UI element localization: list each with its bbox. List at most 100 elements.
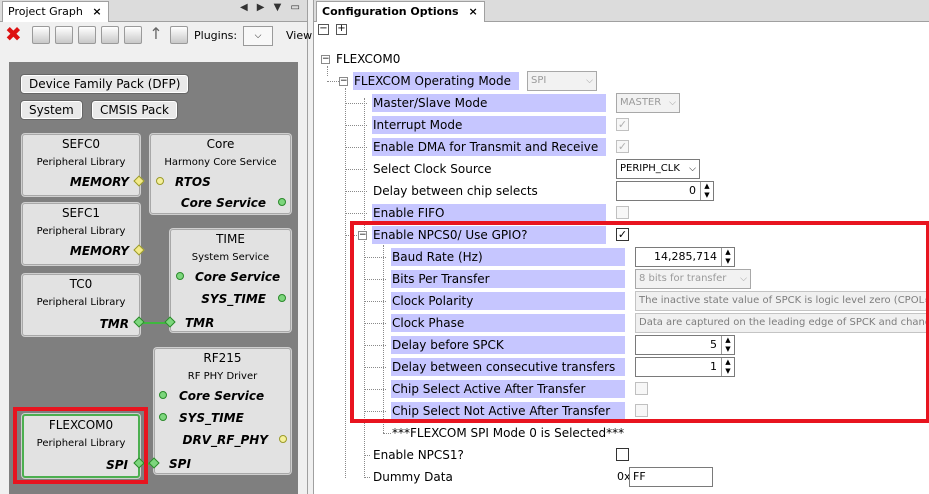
delay-chip-selects-label: Delay between chip selects bbox=[373, 184, 538, 198]
expand-all-icon[interactable]: + bbox=[336, 24, 347, 35]
tree-row-enable-dma[interactable]: Enable DMA for Transmit and Receive ✓ bbox=[314, 136, 929, 158]
add-group-icon[interactable] bbox=[55, 26, 73, 44]
tree-row-clock-source[interactable]: Select Clock Source PERIPH_CLK ⌵ bbox=[314, 158, 929, 180]
port-sys-time: SYS_TIME bbox=[201, 292, 266, 306]
node-sefc1[interactable]: SEFC1 Peripheral Library MEMORY bbox=[22, 203, 140, 265]
tab-project-graph[interactable]: Project Graph × bbox=[2, 1, 109, 22]
tree-line bbox=[345, 103, 367, 104]
clock-source-select[interactable]: PERIPH_CLK ⌵ bbox=[616, 159, 700, 179]
tree-row-delay-chip-selects[interactable]: Delay between chip selects 0 ▲ ▼ bbox=[314, 180, 929, 202]
view-label[interactable]: View bbox=[286, 29, 312, 42]
spi-mode-comment: ***FLEXCOM SPI Mode 0 is Selected*** bbox=[392, 426, 625, 440]
tree-line bbox=[327, 81, 339, 82]
collapse-all-icon[interactable]: − bbox=[318, 24, 329, 35]
configuration-options-panel: Configuration Options × − + − FLEXCOM0 −… bbox=[313, 0, 929, 494]
interrupt-mode-label: Interrupt Mode bbox=[372, 116, 606, 134]
cmsis-group[interactable]: CMSIS Pack bbox=[91, 100, 178, 120]
delay-chip-selects-spinner[interactable]: 0 ▲ ▼ bbox=[616, 181, 714, 201]
delay-chip-selects-value: 0 bbox=[689, 184, 696, 197]
tree-row-spi-mode-comment: ***FLEXCOM SPI Mode 0 is Selected*** bbox=[314, 422, 929, 444]
node-title: TIME bbox=[216, 232, 245, 246]
tree-line bbox=[383, 433, 391, 434]
collapse-icon[interactable]: − bbox=[321, 55, 330, 64]
operating-mode-label: FLEXCOM Operating Mode bbox=[353, 72, 519, 90]
tree-line bbox=[345, 213, 367, 214]
enable-npcs1-checkbox[interactable] bbox=[616, 448, 629, 461]
tab-configuration-options-label: Configuration Options bbox=[322, 5, 459, 18]
tree-line bbox=[345, 191, 367, 192]
port-drv-rf-phy-dot[interactable] bbox=[279, 435, 287, 443]
node-core[interactable]: Core Harmony Core Service RTOS Core Serv… bbox=[150, 134, 291, 214]
node-tc0[interactable]: TC0 Peripheral Library TMR bbox=[22, 274, 140, 336]
node-title: SEFC1 bbox=[61, 206, 101, 220]
port-core-service-dot[interactable] bbox=[278, 198, 286, 206]
clock-source-label: Select Clock Source bbox=[373, 162, 492, 176]
enable-dma-label: Enable DMA for Transmit and Receive bbox=[372, 138, 606, 156]
tree-line bbox=[364, 455, 370, 456]
plugins-label: Plugins: bbox=[194, 29, 238, 42]
tree-row-enable-npcs1[interactable]: Enable NPCS1? bbox=[314, 444, 929, 466]
master-slave-value: MASTER bbox=[620, 97, 662, 108]
delete-icon[interactable]: ✖ bbox=[5, 24, 23, 44]
tree-line bbox=[364, 477, 370, 478]
flexcom0-highlight-box bbox=[13, 407, 148, 484]
enable-dma-checkbox[interactable]: ✓ bbox=[616, 140, 629, 153]
tree-row-interrupt-mode[interactable]: Interrupt Mode ✓ bbox=[314, 114, 929, 136]
tree-row-operating-mode[interactable]: − FLEXCOM Operating Mode SPI ⌵ bbox=[314, 70, 929, 92]
port-core-service-dot[interactable] bbox=[159, 391, 167, 399]
port-sys-time-dot[interactable] bbox=[159, 413, 167, 421]
collapse-icon[interactable]: − bbox=[339, 77, 348, 86]
project-graph-panel: Project Graph × ◀ ▶ ▼ ▭ ✖ ↑ Plugins: ⌵ V… bbox=[0, 0, 312, 494]
node-title: SEFC0 bbox=[61, 137, 101, 151]
tab-configuration-options[interactable]: Configuration Options × bbox=[316, 1, 485, 22]
tree-line bbox=[345, 147, 367, 148]
chevron-down-icon: ⌵ bbox=[669, 98, 676, 108]
node-subtitle: Peripheral Library bbox=[36, 157, 126, 168]
enable-npcs1-label: Enable NPCS1? bbox=[373, 448, 464, 462]
clock-source-value: PERIPH_CLK bbox=[620, 163, 680, 174]
enable-fifo-label: Enable FIFO bbox=[372, 204, 606, 222]
system-group[interactable]: System bbox=[20, 100, 83, 120]
node-subtitle: Peripheral Library bbox=[36, 226, 126, 237]
tree-row-root[interactable]: − FLEXCOM0 bbox=[314, 48, 929, 70]
project-graph-tabbar: Project Graph × ◀ ▶ ▼ ▭ bbox=[0, 0, 307, 22]
port-tmr: TMR bbox=[185, 316, 215, 330]
node-time[interactable]: TIME System Service Core Service SYS_TIM… bbox=[170, 229, 291, 332]
node-rf215[interactable]: RF215 RF PHY Driver Core Service SYS_TIM… bbox=[154, 348, 291, 474]
node-subtitle: Harmony Core Service bbox=[164, 157, 277, 168]
tree-row-master-slave[interactable]: Master/Slave Mode MASTER ⌵ bbox=[314, 92, 929, 114]
tab-project-graph-label: Project Graph bbox=[8, 5, 83, 18]
port-core-service-dot[interactable] bbox=[176, 272, 184, 280]
import-icon[interactable] bbox=[78, 26, 96, 44]
ungroup-icon[interactable] bbox=[124, 26, 142, 44]
add-node-icon[interactable] bbox=[32, 26, 50, 44]
port-core-service: Core Service bbox=[179, 389, 265, 403]
npcs0-highlight-box bbox=[350, 221, 929, 423]
port-sys-time-dot[interactable] bbox=[278, 294, 286, 302]
node-title: Core bbox=[206, 137, 235, 151]
node-subtitle: Peripheral Library bbox=[36, 297, 126, 308]
close-icon[interactable]: × bbox=[468, 5, 477, 18]
tree-row-dummy-data[interactable]: Dummy Data 0x FF bbox=[314, 466, 929, 488]
node-subtitle: RF PHY Driver bbox=[187, 371, 258, 382]
port-rtos-dot[interactable] bbox=[156, 177, 164, 185]
master-slave-select[interactable]: MASTER ⌵ bbox=[616, 93, 680, 113]
port-memory: MEMORY bbox=[69, 175, 129, 189]
fit-view-icon[interactable] bbox=[170, 26, 188, 44]
operating-mode-select[interactable]: SPI ⌵ bbox=[527, 71, 597, 91]
tab-controls[interactable]: ◀ ▶ ▼ ▭ bbox=[240, 2, 303, 13]
spinner-arrows-icon[interactable]: ▲ ▼ bbox=[700, 182, 713, 200]
node-sefc0[interactable]: SEFC0 Peripheral Library MEMORY bbox=[22, 134, 140, 196]
interrupt-mode-checkbox[interactable]: ✓ bbox=[616, 118, 629, 131]
tree-line bbox=[345, 169, 367, 170]
port-core-service: Core Service bbox=[195, 270, 281, 284]
move-up-icon[interactable]: ↑ bbox=[147, 26, 165, 44]
config-tabbar: Configuration Options × bbox=[314, 0, 929, 22]
dummy-data-input[interactable]: FF bbox=[629, 467, 713, 487]
graph-canvas[interactable]: Device Family Pack (DFP) System CMSIS Pa… bbox=[9, 62, 298, 494]
enable-fifo-checkbox[interactable] bbox=[616, 206, 629, 219]
close-icon[interactable]: × bbox=[92, 5, 101, 18]
group-icon[interactable] bbox=[101, 26, 119, 44]
plugins-dropdown[interactable]: ⌵ bbox=[243, 26, 273, 46]
dfp-group[interactable]: Device Family Pack (DFP) bbox=[20, 74, 190, 94]
